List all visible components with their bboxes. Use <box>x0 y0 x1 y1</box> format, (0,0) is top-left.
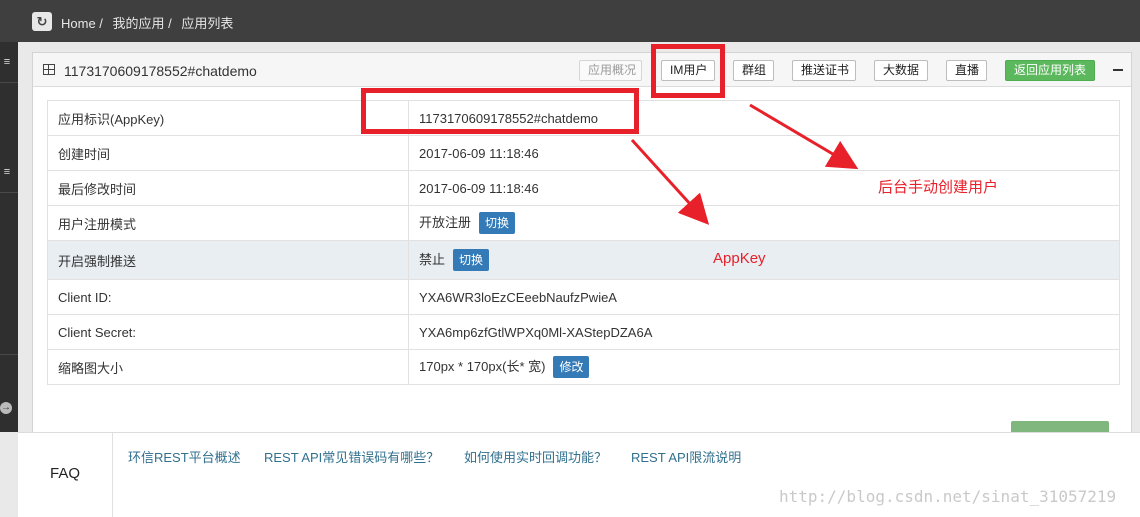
arrow-to-create-user <box>749 103 859 170</box>
faq-link[interactable]: REST API常见错误码有哪些？ <box>264 447 439 466</box>
faq-link[interactable]: REST API限流说明 <box>631 447 741 466</box>
watermark: http://blog.csdn.net/sinat_31057219 <box>779 487 1117 506</box>
arrow-to-appkey <box>630 138 710 225</box>
annotation-appkey: AppKey <box>713 250 766 267</box>
faq-link[interactable]: 如何使用实时回调功能？ <box>464 447 607 466</box>
faq-link[interactable]: 环信REST平台概述 <box>128 447 241 466</box>
faq-heading: FAQ <box>18 433 113 517</box>
annotation-create-user: 后台手动创建用户 <box>878 179 999 196</box>
